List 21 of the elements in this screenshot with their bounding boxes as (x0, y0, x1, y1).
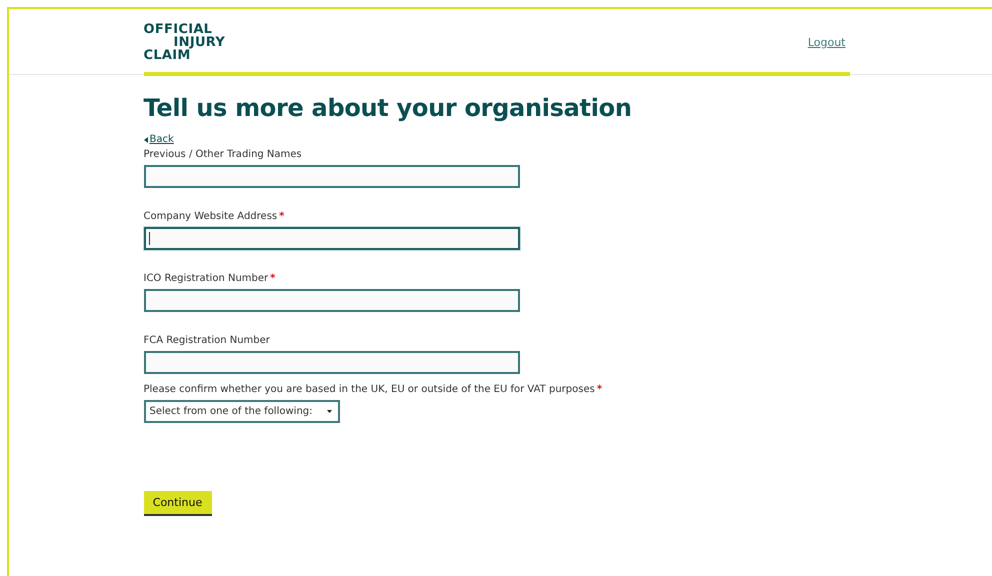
input-field[interactable] (144, 289, 520, 312)
field-label: Previous / Other Trading Names (144, 149, 303, 160)
field-label: Please confirm whether you are based in the UK, EU or outside of the EU for VAT purposes * (144, 384, 602, 395)
back-arrow-icon (144, 136, 148, 142)
continue-button[interactable]: Continue (144, 491, 212, 516)
input-field[interactable] (144, 165, 520, 188)
field-label: FCA Registration Number (144, 335, 271, 346)
required-mark: * (279, 211, 284, 222)
field-label: Company Website Address * (144, 211, 286, 222)
vat-dropdown[interactable]: Select from one of the following: (144, 400, 340, 423)
input-field[interactable] (144, 351, 520, 374)
required-mark: * (596, 384, 602, 395)
back-link[interactable]: Back (144, 134, 174, 145)
logout-link[interactable]: Logout (808, 36, 846, 49)
page-title: Tell us more about your organisation (144, 94, 632, 122)
text-cursor (148, 232, 150, 245)
logo: OFFICIAL INJURY CLAIM (144, 23, 226, 62)
input-field[interactable] (144, 227, 520, 250)
dropdown-caret-icon (326, 410, 332, 413)
field-label: ICO Registration Number * (144, 273, 276, 284)
required-mark: * (270, 273, 276, 284)
